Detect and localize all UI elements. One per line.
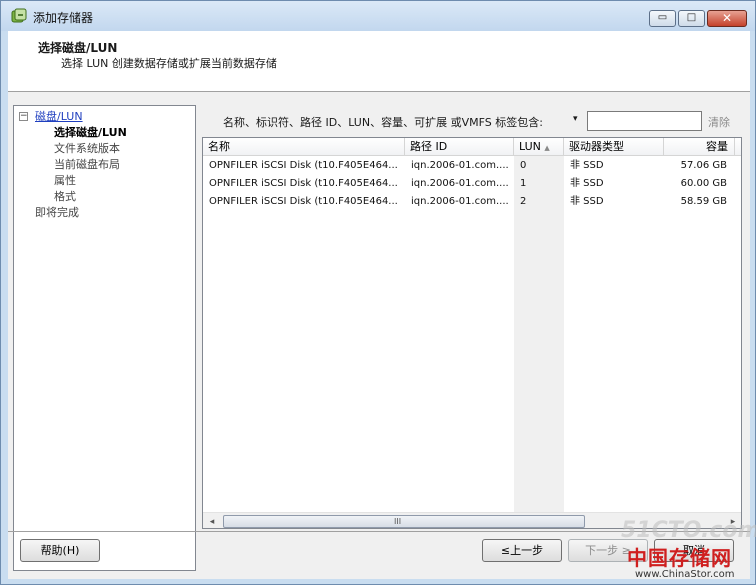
collapse-toggle-icon[interactable]: − [19, 112, 28, 121]
cell-path-id: iqn.2006-01.com.... [411, 178, 509, 189]
nav-step-format: 格式 [54, 190, 76, 203]
storage-app-icon [11, 8, 27, 23]
cell-drive-type: 非 SSD [570, 160, 604, 171]
scrollbar-grip-icon: III [394, 517, 402, 526]
cell-capacity: 60.00 GB [680, 178, 727, 189]
scrollbar-thumb[interactable]: III [223, 515, 585, 528]
maximize-button[interactable]: □ [678, 10, 705, 27]
nav-step-ready: 即将完成 [35, 206, 79, 219]
close-button[interactable]: ✕ [707, 10, 747, 27]
sort-ascending-icon: ▲ [544, 144, 550, 152]
column-header-capacity[interactable]: 容量 [664, 138, 735, 156]
column-header-path-id[interactable]: 路径 ID [405, 138, 514, 156]
wizard-header: 选择磁盘/LUN 选择 LUN 创建数据存储或扩展当前数据存储 [8, 31, 750, 92]
close-icon: ✕ [721, 11, 733, 25]
column-header-lun[interactable]: LUN ▲ [514, 138, 564, 156]
watermark-url: www.ChinaStor.com [635, 569, 735, 580]
filter-dropdown-icon[interactable]: ▾ [573, 114, 578, 124]
minimize-button[interactable]: ▭ [649, 10, 676, 27]
table-row[interactable]: OPNFILER iSCSI Disk (t10.F405E464... iqn… [203, 175, 741, 193]
filter-input[interactable] [587, 111, 702, 131]
table-row[interactable]: OPNFILER iSCSI Disk (t10.F405E464... iqn… [203, 193, 741, 211]
add-storage-window: 添加存储器 ▭ □ ✕ 选择磁盘/LUN 选择 LUN 创建数据存储或扩展当前数… [0, 0, 756, 585]
nav-step-disk-lun[interactable]: 磁盘/LUN [35, 108, 83, 124]
watermark-brand: 中国存储网 [627, 546, 732, 570]
title-bar[interactable]: 添加存储器 ▭ □ ✕ [1, 1, 755, 31]
back-button[interactable]: ≤上一步 [482, 539, 562, 562]
dialog-client-area: 选择磁盘/LUN 选择 LUN 创建数据存储或扩展当前数据存储 − 磁盘/LUN… [8, 31, 750, 579]
cell-name: OPNFILER iSCSI Disk (t10.F405E464... [209, 196, 398, 207]
scroll-left-icon[interactable]: ◂ [205, 515, 219, 528]
nav-step-select-disk[interactable]: 选择磁盘/LUN [54, 124, 127, 140]
nav-step-filesystem-version: 文件系统版本 [54, 142, 120, 155]
column-header-name[interactable]: 名称 [203, 138, 405, 156]
table-header: 名称 路径 ID LUN ▲ 驱动器类型 容量 [203, 138, 741, 156]
help-button[interactable]: 帮助(H) [20, 539, 100, 562]
lun-table: 名称 路径 ID LUN ▲ 驱动器类型 容量 OPNFILER iSCSI D… [202, 137, 742, 529]
maximize-icon: □ [686, 12, 697, 23]
nav-step-current-layout: 当前磁盘布局 [54, 158, 120, 171]
filter-label: 名称、标识符、路径 ID、LUN、容量、可扩展 或VMFS 标签包含: [223, 116, 543, 129]
nav-step-properties: 属性 [54, 174, 76, 187]
table-row[interactable]: OPNFILER iSCSI Disk (t10.F405E464... iqn… [203, 157, 741, 175]
watermark-51cto: 51CTO.com [621, 518, 756, 543]
cell-lun: 0 [520, 160, 527, 171]
cell-lun: 2 [520, 196, 527, 207]
page-title: 选择磁盘/LUN [38, 41, 118, 55]
cell-capacity: 57.06 GB [680, 160, 727, 171]
cell-path-id: iqn.2006-01.com.... [411, 160, 509, 171]
page-subtitle: 选择 LUN 创建数据存储或扩展当前数据存储 [61, 57, 277, 70]
cell-path-id: iqn.2006-01.com.... [411, 196, 509, 207]
clear-filter-link[interactable]: 清除 [708, 114, 730, 130]
cell-drive-type: 非 SSD [570, 178, 604, 189]
minimize-icon: ▭ [657, 12, 668, 23]
cell-name: OPNFILER iSCSI Disk (t10.F405E464... [209, 160, 398, 171]
cell-drive-type: 非 SSD [570, 196, 604, 207]
cell-name: OPNFILER iSCSI Disk (t10.F405E464... [209, 178, 398, 189]
column-header-drive-type[interactable]: 驱动器类型 [564, 138, 664, 156]
cell-lun: 1 [520, 178, 527, 189]
wizard-steps-panel: − 磁盘/LUN 选择磁盘/LUN 文件系统版本 当前磁盘布局 属性 格式 即将… [13, 105, 196, 571]
window-title: 添加存储器 [33, 11, 94, 25]
cell-capacity: 58.59 GB [680, 196, 727, 207]
